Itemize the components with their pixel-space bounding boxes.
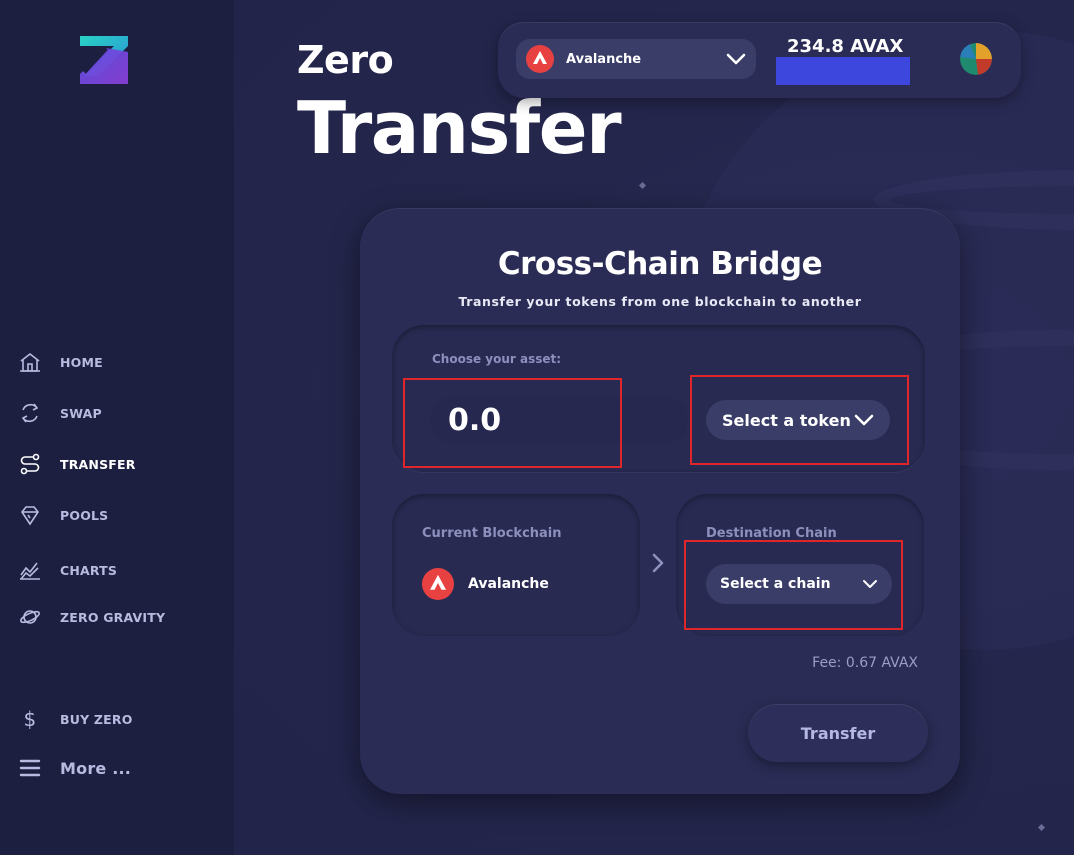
highlight-box-amount [403, 378, 622, 468]
menu-icon [18, 756, 42, 780]
transfer-route-icon [18, 452, 42, 476]
sidebar-item-label: POOLS [60, 507, 109, 523]
home-icon [18, 350, 42, 374]
current-chain: Avalanche [422, 568, 549, 600]
sidebar-item-label: SWAP [60, 405, 102, 421]
card-title: Cross-Chain Bridge [497, 246, 823, 282]
sidebar-item-transfer[interactable]: TRANSFER [18, 452, 136, 476]
sidebar-item-label: TRANSFER [60, 456, 136, 472]
redacted-address-bar [776, 57, 910, 85]
sidebar-item-label: CHARTS [60, 562, 118, 578]
sidebar-item-more[interactable]: More ... [18, 756, 131, 780]
current-chain-value: Avalanche [468, 576, 549, 592]
sidebar-item-home[interactable]: HOME [18, 350, 103, 374]
sidebar-item-zero-gravity[interactable]: ZERO GRAVITY [18, 605, 165, 629]
wallet-balance: 234.8 AVAX [787, 36, 904, 57]
current-chain-label: Current Blockchain [422, 526, 562, 541]
avalanche-icon [526, 45, 554, 73]
chevron-down-icon [726, 53, 746, 65]
fee-text: Fee: 0.67 AVAX [812, 655, 918, 671]
page-title-small: Zero [297, 38, 394, 82]
wallet-bar: Avalanche 234.8 AVAX [498, 22, 1021, 98]
network-label: Avalanche [566, 51, 642, 67]
transfer-button[interactable]: Transfer [748, 704, 928, 762]
bridge-card: Cross-Chain Bridge Transfer your tokens … [360, 208, 960, 794]
asset-label: Choose your asset: [432, 352, 562, 366]
avalanche-icon [422, 568, 454, 600]
card-subtitle: Transfer your tokens from one blockchain… [458, 294, 862, 309]
sidebar-item-buy-zero[interactable]: $ BUY ZERO [18, 707, 133, 731]
sidebar-item-label: More ... [60, 758, 132, 778]
star-decoration [1037, 823, 1046, 832]
sidebar-item-label: BUY ZERO [60, 711, 133, 727]
current-chain-panel: Current Blockchain Avalanche [392, 494, 640, 636]
zero-logo-icon[interactable] [76, 32, 132, 88]
dollar-icon: $ [23, 707, 37, 731]
chart-icon [18, 558, 42, 582]
network-select[interactable]: Avalanche [516, 39, 756, 79]
star-decoration [638, 181, 647, 190]
highlight-box-token [690, 375, 909, 465]
page-title: Transfer [297, 86, 622, 170]
chevron-right-icon [652, 553, 664, 573]
sidebar: HOME SWAP TRANSFER POOLS CHARTS ZERO GRA… [0, 0, 234, 855]
sidebar-item-swap[interactable]: SWAP [18, 401, 102, 425]
diamond-icon [18, 503, 42, 527]
sidebar-item-label: ZERO GRAVITY [60, 609, 166, 625]
planet-icon [18, 605, 42, 629]
swap-icon [18, 401, 42, 425]
destination-chain-label: Destination Chain [706, 526, 837, 541]
highlight-box-chain [684, 540, 903, 630]
sidebar-item-pools[interactable]: POOLS [18, 503, 108, 527]
account-avatar-icon[interactable] [960, 43, 992, 75]
sidebar-item-label: HOME [60, 354, 103, 370]
sidebar-item-charts[interactable]: CHARTS [18, 558, 117, 582]
